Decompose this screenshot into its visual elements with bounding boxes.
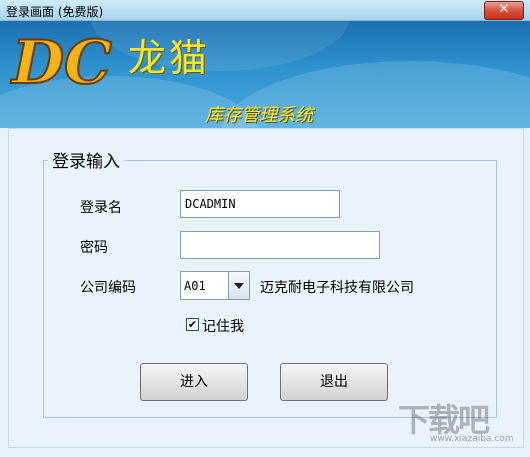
check-icon: ✔ [187, 318, 198, 331]
login-groupbox: 登录输入 登录名 DCADMIN 密码 公司编码 A01 迈克耐电子科技有限公司… [43, 147, 497, 418]
company-code-value: A01 [184, 279, 206, 293]
exit-button[interactable]: 退出 [280, 363, 388, 401]
username-input[interactable]: DCADMIN [180, 190, 340, 218]
chevron-down-icon[interactable] [228, 272, 249, 299]
app-name: 龙猫 [128, 36, 211, 80]
watermark-url: www.xiazaiba.com [430, 434, 514, 444]
company-code-label: 公司编码 [80, 280, 136, 296]
close-button[interactable]: ✕ [484, 1, 524, 20]
company-code-select[interactable]: A01 [180, 271, 250, 300]
logo-text: DC [10, 28, 112, 95]
username-label: 登录名 [80, 200, 122, 216]
dc-logo: DC [9, 27, 113, 95]
password-input[interactable] [180, 231, 380, 259]
group-title: 登录输入 [48, 147, 124, 172]
remember-checkbox[interactable]: ✔ [186, 318, 199, 331]
app-subtitle: 库存管理系统 [205, 105, 313, 126]
window-title: 登录画面 (免费版) [6, 5, 104, 19]
title-bar: 登录画面 (免费版) ✕ [0, 0, 530, 21]
header-banner: DC 龙猫 库存管理系统 [0, 21, 530, 128]
login-button[interactable]: 进入 [140, 363, 248, 401]
close-icon: ✕ [498, 2, 510, 17]
remember-label: 记住我 [202, 319, 244, 335]
company-name: 迈克耐电子科技有限公司 [260, 280, 414, 296]
password-label: 密码 [80, 240, 108, 256]
